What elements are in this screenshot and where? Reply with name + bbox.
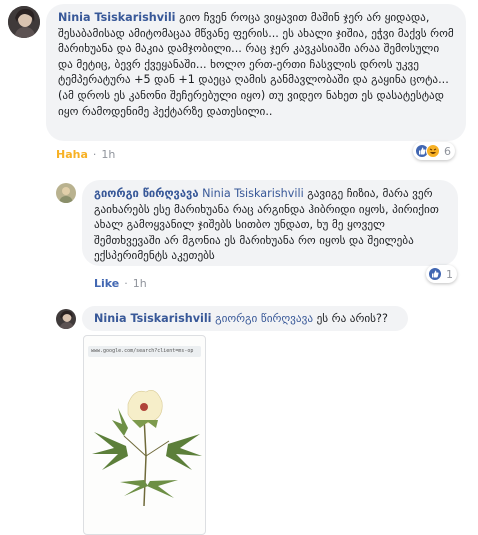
reaction-count: 6	[444, 144, 451, 158]
profile-photo	[8, 6, 40, 38]
haha-icon	[426, 144, 440, 158]
comment-text: ეს რა არის??	[316, 312, 388, 325]
reaction-count: 1	[446, 267, 453, 281]
comment-time[interactable]: 1h	[101, 148, 115, 161]
avatar[interactable]	[56, 309, 76, 329]
separator: ·	[92, 148, 97, 161]
like-icon	[428, 267, 442, 281]
comment-author[interactable]: გიორგი წირღვავა	[94, 187, 199, 200]
profile-photo	[56, 183, 76, 203]
attached-image[interactable]: www.google.com/search?client=ms-op	[83, 335, 206, 535]
comment-time[interactable]: 1h	[133, 277, 147, 290]
cotton-plant-illustration	[92, 390, 202, 507]
reaction-summary[interactable]: 6	[413, 142, 455, 160]
mention-link[interactable]: Ninia Tsiskarishvili	[202, 187, 304, 200]
profile-photo	[56, 309, 76, 329]
comment-text: გიო ჩვენ როცა ვიყავით მაშინ ჯერ არ ყიდად…	[58, 11, 454, 118]
comment-bubble: Ninia Tsiskarishvili გიო ჩვენ როცა ვიყავ…	[46, 4, 466, 141]
mention-link[interactable]: გიორგი წირღვავა	[215, 312, 313, 325]
comment-actions: Like · 1h	[94, 277, 147, 290]
reply-bubble: გიორგი წირღვავა Ninia Tsiskarishvili გავ…	[82, 180, 458, 266]
avatar[interactable]	[56, 183, 76, 203]
reaction-summary[interactable]: 1	[426, 265, 457, 283]
comment-author[interactable]: Ninia Tsiskarishvili	[94, 312, 212, 325]
comment-author[interactable]: Ninia Tsiskarishvili	[58, 11, 176, 24]
like-link[interactable]: Like	[94, 277, 119, 290]
separator: ·	[124, 277, 128, 290]
reply-bubble: Ninia Tsiskarishvili გიორგი წირღვავა ეს …	[82, 306, 408, 331]
avatar[interactable]	[8, 6, 40, 38]
haha-reaction-link[interactable]: Haha	[56, 148, 88, 161]
comment-actions: Haha · 1h	[56, 148, 115, 161]
